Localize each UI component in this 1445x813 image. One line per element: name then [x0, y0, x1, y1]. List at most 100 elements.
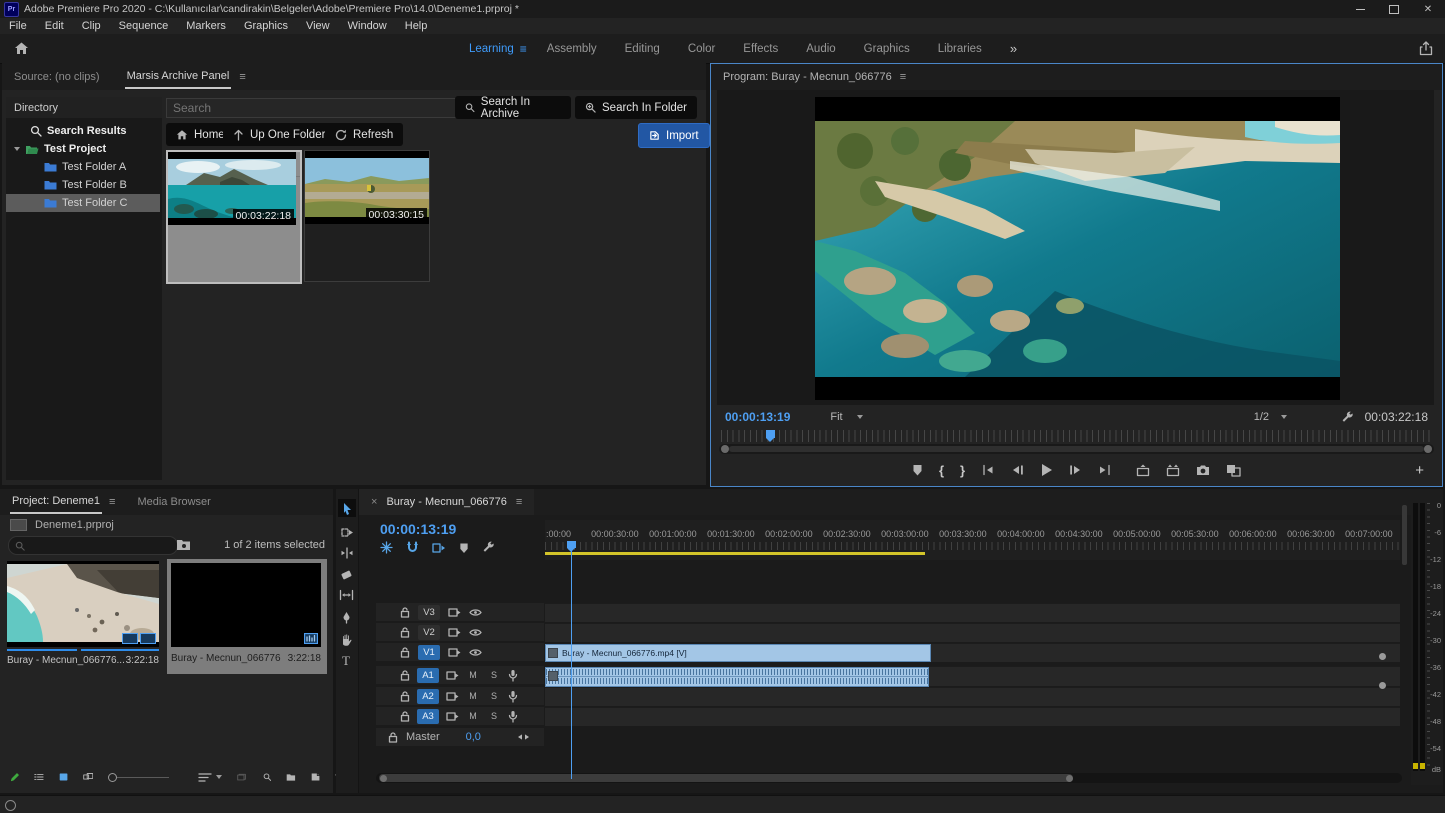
home-icon[interactable]: [14, 41, 29, 56]
toggle-track-output-eye-icon[interactable]: [469, 608, 482, 617]
scrollbar-right-handle[interactable]: [1066, 775, 1073, 782]
sync-lock-icon[interactable]: [446, 670, 459, 681]
new-bin-icon[interactable]: [286, 772, 296, 783]
extract-icon[interactable]: [1166, 464, 1180, 477]
menu-view[interactable]: View: [297, 18, 339, 34]
go-to-out-icon[interactable]: [1098, 464, 1112, 476]
sync-lock-icon[interactable]: [448, 607, 461, 618]
tab-effects[interactable]: Effects: [729, 34, 792, 63]
tab-libraries[interactable]: Libraries: [924, 34, 996, 63]
go-to-in-icon[interactable]: [981, 464, 995, 476]
tree-item-search-results[interactable]: Search Results: [6, 122, 162, 140]
tab-project-deneme1[interactable]: Project: Deneme1: [10, 490, 102, 514]
up-one-folder-button[interactable]: Up One Folder: [223, 123, 335, 146]
track-target-a2[interactable]: A2: [417, 689, 439, 704]
media-browser-folder-icon[interactable]: [176, 539, 191, 551]
scrollbar-left-handle[interactable]: [380, 775, 387, 782]
thumbnail-zoom-slider[interactable]: [108, 773, 169, 782]
pen-tool-icon[interactable]: [341, 611, 352, 624]
lift-icon[interactable]: [1136, 464, 1150, 477]
project-item-sequence-selected[interactable]: Buray - Mecnun_066776 3:22:18: [167, 559, 327, 674]
fit-track-icon[interactable]: [517, 732, 530, 742]
program-timecode[interactable]: 00:00:13:19: [725, 410, 790, 424]
menu-sequence[interactable]: Sequence: [110, 18, 178, 34]
tab-media-browser[interactable]: Media Browser: [137, 496, 210, 508]
menu-file[interactable]: File: [0, 18, 36, 34]
zoom-level-select[interactable]: Fit: [830, 411, 862, 423]
sequence-name[interactable]: Buray - Mecnun_066776: [171, 653, 281, 664]
track-scroll-handle[interactable]: [1379, 653, 1386, 660]
timeline-vertical-scrollbar[interactable]: [1402, 505, 1407, 565]
tab-editing[interactable]: Editing: [611, 34, 674, 63]
refresh-button[interactable]: Refresh: [325, 123, 403, 146]
tree-item-test-folder-b[interactable]: Test Folder B: [6, 176, 162, 194]
export-share-icon[interactable]: [1419, 41, 1433, 56]
lock-icon[interactable]: [400, 670, 410, 681]
voiceover-mic-icon[interactable]: [508, 690, 518, 703]
scrollbar-thumb[interactable]: [729, 446, 1424, 452]
mute-button[interactable]: M: [466, 669, 480, 682]
import-button[interactable]: Import: [638, 123, 710, 148]
project-item-clip[interactable]: Buray - Mecnun_066776... 3:22:18: [5, 559, 163, 674]
type-tool-icon[interactable]: T: [342, 653, 350, 669]
solo-button[interactable]: S: [487, 669, 501, 682]
play-button-icon[interactable]: [1040, 463, 1053, 477]
program-playhead[interactable]: [766, 430, 775, 442]
timeline-panel-menu-icon[interactable]: ≡: [516, 496, 522, 508]
nest-sequences-icon[interactable]: [380, 541, 393, 554]
clip-name[interactable]: Buray - Mecnun_066776...: [7, 655, 125, 666]
archive-card-beb[interactable]: 00:03:30:15 beb 1: [304, 150, 430, 282]
new-item-icon[interactable]: [311, 771, 320, 783]
lock-icon[interactable]: [400, 691, 410, 702]
tree-expander-icon[interactable]: [14, 147, 20, 151]
mute-button[interactable]: M: [466, 690, 480, 703]
voiceover-mic-icon[interactable]: [508, 669, 518, 682]
tab-assembly[interactable]: Assembly: [533, 34, 611, 63]
solo-button[interactable]: S: [487, 710, 501, 723]
master-gain-value[interactable]: 0,0: [466, 731, 481, 743]
list-view-icon[interactable]: [34, 771, 44, 783]
tree-item-test-project[interactable]: Test Project: [6, 140, 162, 158]
toggle-track-output-eye-icon[interactable]: [469, 628, 482, 637]
search-in-archive-button[interactable]: Search In Archive: [455, 96, 571, 119]
sync-lock-icon[interactable]: [446, 691, 459, 702]
razor-tool-icon[interactable]: [340, 569, 353, 581]
sync-lock-icon[interactable]: [446, 711, 459, 722]
sync-lock-icon[interactable]: [448, 647, 461, 658]
snap-magnet-icon[interactable]: [406, 541, 419, 554]
tree-item-test-folder-a[interactable]: Test Folder A: [6, 158, 162, 176]
workspace-menu-icon[interactable]: ≡: [520, 42, 527, 56]
clip-scrub-bar[interactable]: [81, 649, 159, 651]
mute-button[interactable]: M: [466, 710, 480, 723]
track-target-v3[interactable]: V3: [418, 605, 440, 620]
archive-card-buray-mecnun[interactable]: 00:03:22:18 Buray - Mecnun 4: [166, 150, 302, 284]
add-marker-icon[interactable]: [912, 464, 923, 476]
program-scrubber-ruler[interactable]: [721, 430, 1432, 442]
sequence-tab[interactable]: × Buray - Mecnun_066776 ≡: [359, 489, 534, 515]
find-icon[interactable]: [263, 771, 271, 783]
playback-resolution-select[interactable]: 1/2: [1254, 411, 1287, 423]
mark-out-icon[interactable]: }: [960, 463, 965, 478]
solo-button[interactable]: S: [487, 690, 501, 703]
archive-search-input[interactable]: [166, 98, 456, 118]
lock-icon[interactable]: [400, 607, 410, 618]
maximize-button[interactable]: [1377, 0, 1411, 18]
timeline-playhead[interactable]: [567, 541, 576, 551]
icon-view-icon[interactable]: [59, 771, 68, 783]
writable-pencil-icon[interactable]: [10, 771, 19, 784]
step-back-icon[interactable]: [1011, 464, 1024, 476]
project-panel-menu-icon[interactable]: ≡: [109, 496, 115, 508]
workspace-overflow-chevrons[interactable]: »: [996, 34, 1031, 63]
linked-selection-icon[interactable]: [432, 542, 446, 554]
sort-icons-button[interactable]: [198, 772, 222, 783]
scrollbar-right-handle[interactable]: [1424, 445, 1432, 453]
track-target-v2[interactable]: V2: [418, 625, 440, 640]
close-button[interactable]: ✕: [1411, 0, 1445, 18]
hand-tool-icon[interactable]: [340, 633, 353, 646]
add-button-icon[interactable]: +: [1415, 462, 1424, 479]
clip-scrub-bar[interactable]: [7, 649, 77, 651]
step-forward-icon[interactable]: [1069, 464, 1082, 476]
program-scrollbar[interactable]: [719, 444, 1434, 454]
lock-icon[interactable]: [400, 647, 410, 658]
tab-learning[interactable]: Learning: [455, 34, 528, 63]
